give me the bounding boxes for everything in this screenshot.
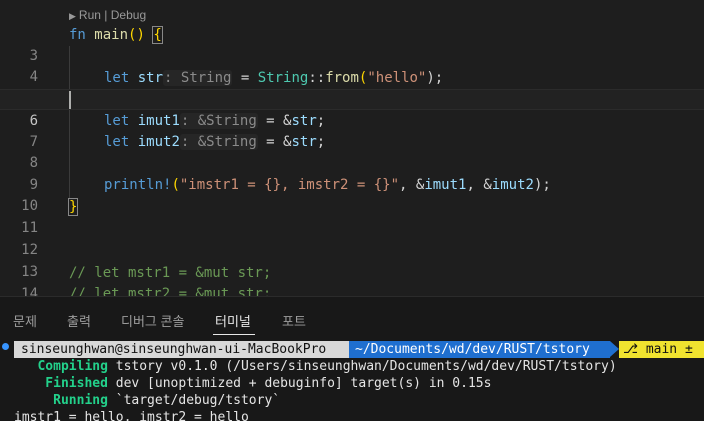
code-line-15[interactable]: 15 // let mstr2 = &mut str; [0,284,704,296]
macro: println! [104,177,172,193]
active-tab-indicator [213,334,255,335]
terminal-prompt-dot-icon [2,343,9,350]
code-line-13[interactable]: 13 [0,241,704,280]
function-name: main [94,27,129,43]
prompt-separator-icon [610,341,619,357]
code-line-12[interactable]: 12 [0,219,704,258]
type-hint: : &String [179,113,258,129]
code-line-7[interactable]: 7 let imut1: &String = &str; [0,111,704,150]
comment: // let mstr1 = &mut str; [69,265,272,281]
cargo-status: Finished [14,376,108,391]
tab-terminal[interactable]: 터미널 [215,311,251,330]
play-icon: ▶ [69,11,76,21]
code-line-11[interactable]: 11 } [0,197,704,236]
matched-brace-close: } [67,198,79,216]
code-line-3[interactable]: 3 fn main() { [0,25,704,64]
git-branch-label: main ± [645,342,693,357]
tab-output[interactable]: 출력 [67,311,91,330]
code-line-10[interactable]: 10 println!("imstr1 = {}, imstr2 = {}", … [0,175,704,214]
prompt-separator-icon [340,341,349,357]
code-line-5[interactable]: 5 let str: String = String::from("hello"… [0,68,704,107]
terminal-line: Running `target/debug/tstory` [14,393,281,408]
panel-tabs: 문제 출력 디버그 콘솔 터미널 포트 [0,297,704,342]
matched-brace-open: { [152,26,163,44]
parens: () [128,27,145,43]
code-editor[interactable]: ▶Run | Debug 3 fn main() { 4 5 let str: … [0,0,704,296]
type-name: String [257,70,309,86]
code-line-4[interactable]: 4 [0,46,704,85]
text-cursor [69,91,71,109]
function-call: from [325,70,359,86]
code-line-9[interactable]: 9 [0,154,704,193]
comment: // let mstr2 = &mut str; [69,286,272,296]
keyword: let [104,70,130,86]
code-line-6-current[interactable]: 6 [0,89,704,129]
type-hint: : &String [179,134,258,150]
format-string: "imstr1 = {}, imstr2 = {}" [179,177,400,193]
tab-debug-console[interactable]: 디버그 콘솔 [121,311,184,330]
type-hint: : String [163,70,233,86]
variable: str [137,70,164,86]
codelens: ▶ Run | Debug [69,8,146,22]
bottom-panel: 문제 출력 디버그 콘솔 터미널 포트 sinseunghwan@sinseun… [0,296,704,421]
code-line-14[interactable]: 14 // let mstr1 = &mut str; [0,263,704,296]
prompt-git-segment: ⎇ main ± [619,341,704,358]
program-output: imstr1 = hello, imstr2 = hello [14,410,249,421]
variable: imut1 [137,113,180,129]
codelens-run[interactable]: Run [79,8,101,22]
cargo-status: Compiling [14,359,108,374]
string-literal: "hello" [367,70,427,86]
cargo-status: Running [14,393,108,408]
code-line-8[interactable]: 8 let imut2: &String = &str; [0,132,704,171]
codelens-separator: | [104,8,108,22]
terminal-line: Compiling tstory v0.1.0 (/Users/sinseung… [14,359,617,374]
terminal-line: Finished dev [unoptimized + debuginfo] t… [14,376,492,391]
prompt-path-segment: ~/Documents/wd/dev/RUST/tstory [349,341,610,358]
codelens-debug[interactable]: Debug [111,8,146,22]
tab-problems[interactable]: 문제 [13,311,37,330]
variable: imut2 [137,134,180,150]
keyword: fn [69,27,86,43]
tab-ports[interactable]: 포트 [282,311,306,330]
git-branch-icon: ⎇ [623,342,646,357]
prompt-user-segment: sinseunghwan@sinseunghwan-ui-MacBookPro [14,341,350,358]
